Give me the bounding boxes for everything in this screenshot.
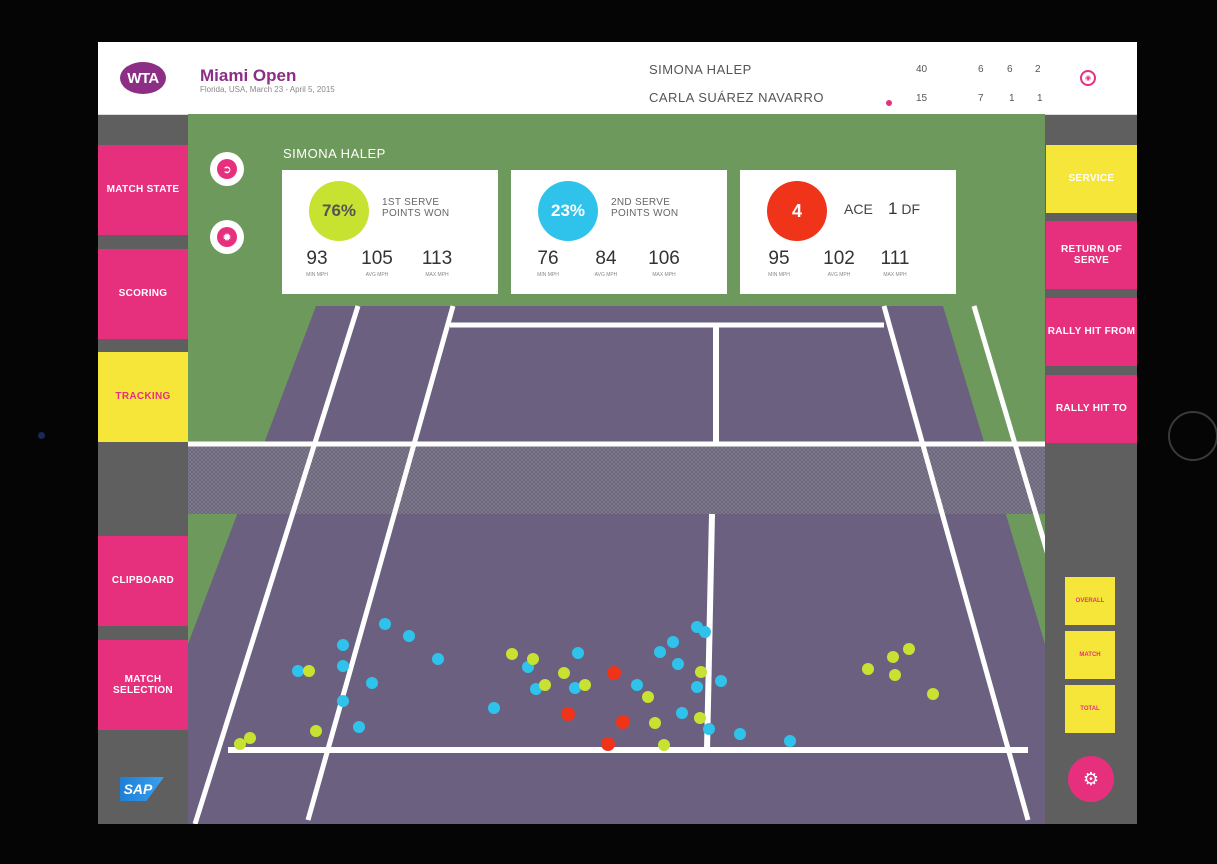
serve-pattern-toggle[interactable]: ➲ (210, 152, 244, 186)
info-icon[interactable]: ◉ (1080, 70, 1096, 86)
nav-rally-hit-from[interactable]: RALLY HIT FROM (1046, 298, 1137, 366)
nav-scoring[interactable]: SCORING (98, 249, 188, 339)
second-serve-pct: 23% (538, 181, 598, 241)
nav-clipboard[interactable]: CLIPBOARD (98, 536, 188, 626)
second-serve-avg: 84 AVG MPH (594, 248, 618, 278)
settings-gear-icon[interactable]: ⚙ (1068, 756, 1114, 802)
ace-count: 4 (767, 181, 827, 241)
ace-avg: 102 AVG MPH (823, 248, 855, 278)
first-serve-max: 113 MAX MPH (421, 248, 453, 278)
player1-set2: 6 (1007, 64, 1013, 75)
filter-match[interactable]: MATCH (1065, 631, 1115, 679)
wta-logo: WTA (120, 62, 166, 94)
df-label: DF (901, 201, 921, 217)
first-serve-label: 1ST SERVE POINTS WON (382, 197, 450, 219)
player1-set3: 2 (1035, 64, 1041, 75)
player1-name: SIMONA HALEP (649, 62, 752, 77)
double-fault: 1 DF (888, 199, 920, 219)
df-count: 1 (888, 199, 898, 218)
net (188, 444, 1045, 514)
first-serve-pct: 76% (309, 181, 369, 241)
second-serve-label: 2ND SERVE POINTS WON (611, 197, 679, 219)
sun-icon: ✹ (217, 227, 237, 247)
nav-match-selection[interactable]: MATCH SELECTION (98, 640, 188, 730)
second-serve-card: 23% 2ND SERVE POINTS WON 76 MIN MPH 84 AVG … (511, 170, 727, 294)
nav-match-state[interactable]: MATCH STATE (98, 145, 188, 235)
nav-service[interactable]: SERVICE (1046, 145, 1137, 213)
device-home-button[interactable] (1168, 411, 1217, 461)
second-serve-min: 76 MIN MPH (537, 248, 559, 278)
event-name: Miami Open (200, 66, 297, 85)
nav-rally-hit-to[interactable]: RALLY HIT TO (1046, 375, 1137, 443)
serve-pattern-icon: ➲ (217, 159, 237, 179)
nav-tracking[interactable]: TRACKING (98, 352, 188, 442)
nav-return-of-serve[interactable]: RETURN OF SERVE (1046, 221, 1137, 289)
player2-set1: 7 (978, 93, 984, 104)
player2-set3: 1 (1037, 93, 1043, 104)
event-details: Florida, USA, March 23 - April 5, 2015 (200, 85, 335, 94)
filter-overall[interactable]: OVERALL (1065, 577, 1115, 625)
court-surface (188, 306, 1045, 824)
sap-logo: SAP (120, 777, 164, 801)
first-serve-avg: 105 AVG MPH (361, 248, 393, 278)
serving-indicator (886, 100, 892, 106)
filter-total[interactable]: TOTAL (1065, 685, 1115, 733)
second-serve-max: 106 MAX MPH (648, 248, 680, 278)
player2-point: 15 (916, 93, 928, 104)
first-serve-min: 93 MIN MPH (306, 248, 328, 278)
ace-min: 95 MIN MPH (768, 248, 790, 278)
player1-point: 40 (916, 64, 928, 75)
app-window: WTA Miami Open Florida, USA, March 23 - … (98, 42, 1137, 824)
ace-df-card: 4 ACE 1 DF 95 MIN MPH 102 AVG MPH 111 MAX M… (740, 170, 956, 294)
player2-name: CARLA SUÁREZ NAVARRO (649, 90, 824, 105)
ace-label: ACE (844, 201, 873, 217)
player2-set2: 1 (1009, 93, 1015, 104)
scoreboard-header: WTA Miami Open Florida, USA, March 23 - … (98, 42, 1137, 115)
panel-player-name: SIMONA HALEP (283, 146, 386, 161)
player1-set1: 6 (978, 64, 984, 75)
outdoor-heat-toggle[interactable]: ✹ (210, 220, 244, 254)
device-camera (38, 432, 45, 439)
ace-max: 111 MAX MPH (880, 248, 910, 278)
first-serve-card: 76% 1ST SERVE POINTS WON 93 MIN MPH 105 AVG… (282, 170, 498, 294)
